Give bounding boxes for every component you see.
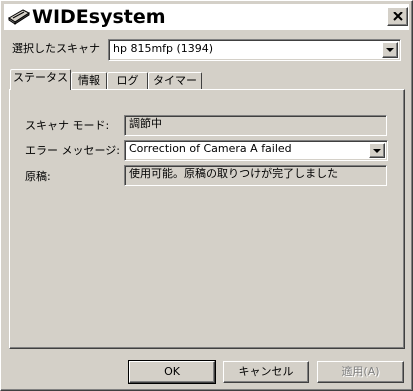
title-bar[interactable]: WIDEsystem [4,4,409,30]
scanner-select-value: hp 815mfp (1394) [113,42,214,55]
scanner-mode-field: 調節中 [124,115,387,136]
tab-log[interactable]: ログ [107,72,148,90]
scanner-select-label: 選択したスキャナ [12,42,100,55]
chevron-down-icon [386,48,394,52]
scanner-mode-label: スキャナ モード: [25,119,110,132]
chevron-down-icon [373,149,381,153]
error-message-value: Correction of Camera A failed [129,142,292,155]
tab-status-label: ステータス [13,71,68,84]
scanner-mode-value: 調節中 [129,117,162,130]
tab-timer[interactable]: タイマー [148,72,202,90]
apply-button[interactable]: 適用(A) [317,361,404,383]
cancel-button-label: キャンセル [238,365,294,378]
original-field: 使用可能。原稿の取りつけが完了しました [124,165,387,186]
tab-info-label: 情報 [78,74,100,87]
error-message-dropdown-button[interactable] [369,143,385,158]
close-button[interactable] [387,7,408,26]
tab-status[interactable]: ステータス [10,69,71,90]
tab-timer-label: タイマー [153,74,197,87]
close-icon [393,12,403,21]
ok-button-label: OK [164,365,180,378]
scanner-select-dropdown-button[interactable] [382,42,398,58]
original-label: 原稿: [25,170,51,183]
scanner-select[interactable]: hp 815mfp (1394) [108,39,401,61]
window-title: WIDEsystem [32,6,166,28]
apply-button-label: 適用(A) [341,365,380,378]
main-window: WIDEsystem 選択したスキャナ hp 815mfp (1394) ステー… [0,0,413,391]
error-message-label: エラー メッセージ: [25,144,120,157]
tab-info[interactable]: 情報 [71,72,107,90]
tab-log-label: ログ [116,74,139,87]
cancel-button[interactable]: キャンセル [223,361,309,383]
ok-button[interactable]: OK [128,360,216,384]
error-message-select[interactable]: Correction of Camera A failed [124,140,388,161]
scanner-icon [8,9,31,25]
original-value: 使用可能。原稿の取りつけが完了しました [129,167,339,180]
